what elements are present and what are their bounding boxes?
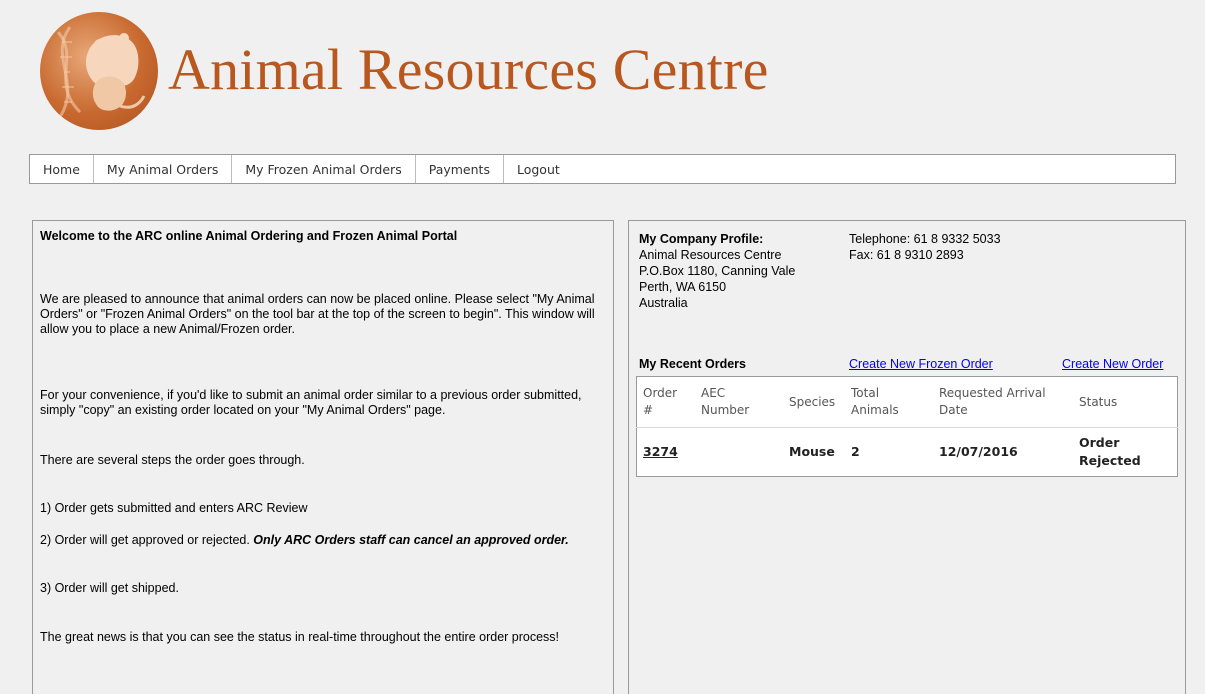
- col-order: Order #: [636, 376, 695, 428]
- step-2-emphasis: Only ARC Orders staff can cancel an appr…: [253, 533, 569, 547]
- company-profile: My Company Profile: Animal Resources Cen…: [639, 231, 795, 311]
- table-header-row: Order # AEC Number Species Total Animals…: [636, 376, 1178, 428]
- order-number-link[interactable]: 3274: [643, 444, 678, 459]
- status-cell: Order Rejected: [1079, 435, 1141, 468]
- step-2-text: 2) Order will get approved or rejected.: [40, 533, 254, 547]
- address-line-1: P.O.Box 1180, Canning Vale: [639, 264, 796, 278]
- col-total-animals: Total Animals: [845, 376, 933, 428]
- header: Animal Resources Centre: [0, 0, 1205, 140]
- welcome-title: Welcome to the ARC online Animal Orderin…: [40, 229, 458, 243]
- step-1: 1) Order gets submitted and enters ARC R…: [40, 501, 308, 515]
- welcome-panel: Welcome to the ARC online Animal Orderin…: [32, 220, 614, 694]
- col-species: Species: [783, 376, 845, 428]
- address-line-2: Perth, WA 6150: [639, 280, 727, 294]
- recent-orders-title: My Recent Orders: [639, 357, 746, 371]
- telephone: Telephone: 61 8 9332 5033: [849, 232, 1001, 246]
- recent-orders-table: Order # AEC Number Species Total Animals…: [636, 376, 1178, 477]
- order-number-cell: 3274: [637, 428, 696, 477]
- aec-number-cell: [695, 428, 783, 477]
- nav-my-frozen-animal-orders[interactable]: My Frozen Animal Orders: [232, 155, 416, 183]
- main-nav: Home My Animal Orders My Frozen Animal O…: [29, 154, 1176, 184]
- company-name: Animal Resources Centre: [639, 248, 782, 262]
- country: Australia: [639, 296, 688, 310]
- total-animals-cell: 2: [851, 444, 860, 459]
- rat-dna-logo-icon: [40, 12, 158, 130]
- nav-my-animal-orders[interactable]: My Animal Orders: [94, 155, 233, 183]
- nav-logout[interactable]: Logout: [504, 155, 573, 183]
- convenience-paragraph: For your convenience, if you'd like to s…: [40, 388, 582, 417]
- col-aec-number: AEC Number: [695, 376, 783, 428]
- fax: Fax: 61 8 9310 2893: [849, 248, 964, 262]
- profile-heading: My Company Profile:: [639, 232, 764, 246]
- profile-panel: My Company Profile: Animal Resources Cen…: [628, 220, 1186, 694]
- create-new-frozen-order-link[interactable]: Create New Frozen Order: [849, 357, 993, 371]
- steps-intro: There are several steps the order goes t…: [40, 453, 305, 467]
- col-status: Status: [1073, 376, 1178, 428]
- site-title: Animal Resources Centre: [168, 37, 769, 102]
- step-2: 2) Order will get approved or rejected. …: [40, 533, 600, 548]
- create-new-order-link[interactable]: Create New Order: [1062, 357, 1163, 371]
- company-contact: Telephone: 61 8 9332 5033 Fax: 61 8 9310…: [849, 231, 1001, 263]
- intro-paragraph: We are pleased to announce that animal o…: [40, 292, 595, 336]
- realtime-paragraph: The great news is that you can see the s…: [40, 630, 560, 644]
- col-requested-arrival-date: Requested Arrival Date: [933, 376, 1073, 428]
- step-3: 3) Order will get shipped.: [40, 581, 179, 595]
- species-cell: Mouse: [789, 444, 835, 459]
- table-row: 3274 Mouse 2 12/07/2016 Order Rejected: [637, 428, 1178, 477]
- nav-payments[interactable]: Payments: [416, 155, 504, 183]
- nav-home[interactable]: Home: [30, 155, 94, 183]
- arrival-date-cell: 12/07/2016: [939, 444, 1018, 459]
